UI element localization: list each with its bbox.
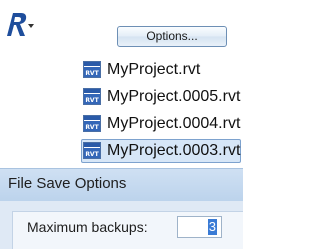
file-name: MyProject.rvt bbox=[107, 61, 201, 78]
maximum-backups-input[interactable]: 3 bbox=[177, 216, 222, 238]
chevron-down-icon bbox=[28, 24, 34, 28]
recent-file-item-selected[interactable]: RVT MyProject.0003.rvt bbox=[81, 139, 241, 163]
recent-file-item[interactable]: RVT MyProject.rvt bbox=[81, 58, 241, 82]
maximum-backups-label: Maximum backups: bbox=[27, 219, 148, 235]
rvt-file-icon: RVT bbox=[83, 115, 101, 132]
recent-files-list: RVT MyProject.rvt RVT MyProject.0005.rvt… bbox=[81, 58, 241, 166]
maximum-backups-value: 3 bbox=[207, 219, 217, 235]
recent-file-item[interactable]: RVT MyProject.0005.rvt bbox=[81, 85, 241, 109]
rvt-file-icon: RVT bbox=[83, 88, 101, 105]
dialog-titlebar[interactable]: File Save Options bbox=[0, 168, 243, 201]
svg-text:RVT: RVT bbox=[85, 70, 99, 77]
application-menu-button[interactable] bbox=[4, 10, 34, 38]
file-name: MyProject.0005.rvt bbox=[107, 88, 241, 105]
svg-text:RVT: RVT bbox=[85, 124, 99, 131]
rvt-file-icon: RVT bbox=[83, 142, 101, 159]
file-save-options-dialog: File Save Options Maximum backups: 3 bbox=[0, 168, 243, 249]
rvt-file-icon: RVT bbox=[83, 61, 101, 78]
dialog-title: File Save Options bbox=[8, 175, 127, 192]
revit-application-icon bbox=[7, 13, 34, 36]
file-name: MyProject.0003.rvt bbox=[107, 142, 241, 159]
svg-text:RVT: RVT bbox=[85, 151, 99, 158]
file-name: MyProject.0004.rvt bbox=[107, 115, 241, 132]
options-button[interactable]: Options... bbox=[117, 26, 227, 47]
recent-file-item[interactable]: RVT MyProject.0004.rvt bbox=[81, 112, 241, 136]
svg-text:RVT: RVT bbox=[85, 97, 99, 104]
